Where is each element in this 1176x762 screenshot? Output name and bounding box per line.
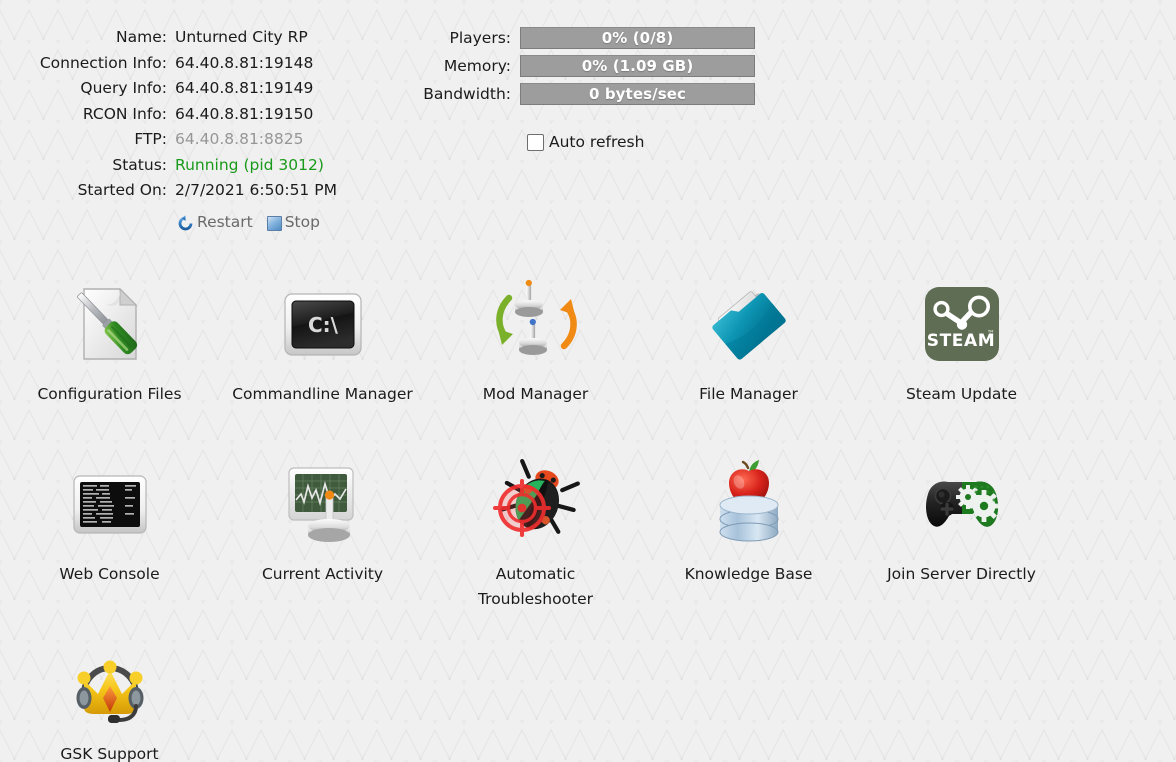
tile-gsk-support[interactable]: GSK Support	[3, 632, 216, 762]
tile-commandline-manager[interactable]: C:\ Commandline Manager	[216, 272, 429, 452]
info-row-actions: Restart Stop	[0, 204, 350, 237]
info-value-query: 64.40.8.81:19149	[175, 79, 314, 97]
restart-label: Restart	[197, 213, 253, 232]
auto-refresh-checkbox[interactable]	[527, 133, 544, 151]
info-row-rcon: RCON Info: 64.40.8.81:19150	[0, 102, 350, 128]
crown-headset-icon	[62, 636, 158, 732]
players-progress-bar: 0% (0/8)	[520, 27, 755, 49]
info-row-started-on: Started On: 2/7/2021 6:50:51 PM	[0, 178, 350, 204]
info-label-connection: Connection Info:	[39, 53, 167, 72]
server-stats-table: Players: 0% (0/8) Memory: 0% (1.09 GB) B…	[395, 24, 755, 108]
document-screwdriver-icon	[62, 276, 158, 372]
steam-logo-icon: STEAM ™	[914, 276, 1010, 372]
server-action-buttons: Restart Stop	[175, 213, 350, 232]
info-label-rcon: RCON Info:	[82, 104, 167, 123]
teal-folder-icon	[701, 276, 797, 372]
stop-button[interactable]: Stop	[266, 213, 320, 232]
restart-icon	[177, 214, 194, 232]
stop-label: Stop	[284, 213, 320, 232]
info-label-started-on: Started On:	[77, 181, 167, 199]
tile-label-join-server-directly: Join Server Directly	[887, 565, 1036, 583]
server-info-body: Name: Unturned City RP Connection Info: …	[0, 25, 350, 237]
bandwidth-progress-text: 0 bytes/sec	[588, 85, 687, 103]
info-row-query: Query Info: 64.40.8.81:19149	[0, 76, 350, 102]
tile-label-gsk-support: GSK Support	[60, 745, 159, 762]
actions-cell: Restart Stop	[175, 204, 350, 237]
svg-text:C:\: C:\	[308, 313, 339, 337]
console-window-icon	[62, 456, 158, 552]
restart-button[interactable]: Restart	[177, 213, 253, 232]
info-row-status: Status: Running (pid 3012)	[0, 153, 350, 179]
tile-web-console[interactable]: Web Console	[3, 452, 216, 632]
players-progress-text: 0% (0/8)	[601, 29, 674, 47]
tile-steam-update[interactable]: STEAM ™ Steam Update	[855, 272, 1068, 452]
stats-cell-players: 0% (0/8)	[520, 24, 755, 52]
info-value-connection: 64.40.8.81:19148	[175, 53, 314, 72]
bug-crosshair-icon	[488, 456, 584, 552]
info-label-status: Status:	[112, 155, 167, 174]
tile-label-configuration-files: Configuration Files	[37, 385, 182, 403]
tile-join-server-directly[interactable]: Join Server Directly	[855, 452, 1068, 632]
stats-cell-memory: 0% (1.09 GB)	[520, 52, 755, 80]
auto-refresh-label[interactable]: Auto refresh	[549, 133, 644, 151]
svg-text:STEAM: STEAM	[926, 331, 995, 351]
stats-row-bandwidth: Bandwidth: 0 bytes/sec	[395, 80, 755, 108]
tile-file-manager[interactable]: File Manager	[642, 272, 855, 452]
info-value-started-on: 2/7/2021 6:50:51 PM	[175, 181, 337, 199]
tile-automatic-troubleshooter[interactable]: Automatic Troubleshooter	[429, 452, 642, 632]
info-row-name: Name: Unturned City RP	[0, 25, 350, 51]
memory-progress-text: 0% (1.09 GB)	[581, 57, 694, 75]
server-status-panel: Name: Unturned City RP Connection Info: …	[0, 0, 1176, 250]
status-badge: Running (pid 3012)	[175, 155, 324, 174]
bandwidth-progress-bar: 0 bytes/sec	[520, 83, 755, 105]
command-prompt-icon: C:\	[275, 276, 371, 372]
gamepad-gears-icon	[914, 456, 1010, 552]
stats-cell-bandwidth: 0 bytes/sec	[520, 80, 755, 108]
tile-knowledge-base[interactable]: Knowledge Base	[642, 452, 855, 632]
info-value-ftp: 64.40.8.81:8825	[175, 130, 304, 148]
monitor-graph-joystick-icon	[275, 456, 371, 552]
info-value-name: Unturned City RP	[175, 28, 308, 46]
apple-database-icon	[701, 456, 797, 552]
stats-label-memory: Memory:	[443, 57, 511, 75]
joysticks-arrows-icon	[488, 276, 584, 372]
tool-icon-grid: Configuration Files C:\ Commandline Mana…	[0, 272, 1176, 762]
tile-label-automatic-troubleshooter: Automatic Troubleshooter	[477, 565, 594, 609]
memory-progress-bar: 0% (1.09 GB)	[520, 55, 755, 77]
stats-label-players: Players:	[449, 29, 511, 47]
stats-label-bandwidth: Bandwidth:	[423, 85, 511, 103]
info-row-connection: Connection Info: 64.40.8.81:19148	[0, 51, 350, 77]
tile-label-mod-manager: Mod Manager	[482, 385, 589, 403]
tile-configuration-files[interactable]: Configuration Files	[3, 272, 216, 452]
tile-mod-manager[interactable]: Mod Manager	[429, 272, 642, 452]
tile-label-commandline-manager: Commandline Manager	[232, 385, 413, 403]
info-row-ftp: FTP: 64.40.8.81:8825	[0, 127, 350, 153]
stop-icon	[266, 215, 282, 231]
tile-label-file-manager: File Manager	[699, 385, 798, 403]
info-value-rcon: 64.40.8.81:19150	[175, 104, 314, 123]
tile-label-knowledge-base: Knowledge Base	[684, 565, 813, 583]
tile-current-activity[interactable]: Current Activity	[216, 452, 429, 632]
actions-spacer	[0, 204, 175, 237]
info-label-name: Name:	[116, 28, 167, 46]
stats-row-memory: Memory: 0% (1.09 GB)	[395, 52, 755, 80]
stats-row-players: Players: 0% (0/8)	[395, 24, 755, 52]
server-stats-body: Players: 0% (0/8) Memory: 0% (1.09 GB) B…	[395, 24, 755, 108]
tile-label-current-activity: Current Activity	[261, 565, 384, 583]
tile-label-web-console: Web Console	[59, 565, 160, 583]
server-info-table: Name: Unturned City RP Connection Info: …	[0, 25, 350, 237]
tile-label-steam-update: Steam Update	[905, 385, 1018, 403]
auto-refresh-row: Auto refresh	[527, 133, 644, 151]
svg-text:™: ™	[987, 329, 995, 338]
info-label-query: Query Info:	[80, 79, 167, 97]
info-label-ftp: FTP:	[134, 130, 167, 148]
